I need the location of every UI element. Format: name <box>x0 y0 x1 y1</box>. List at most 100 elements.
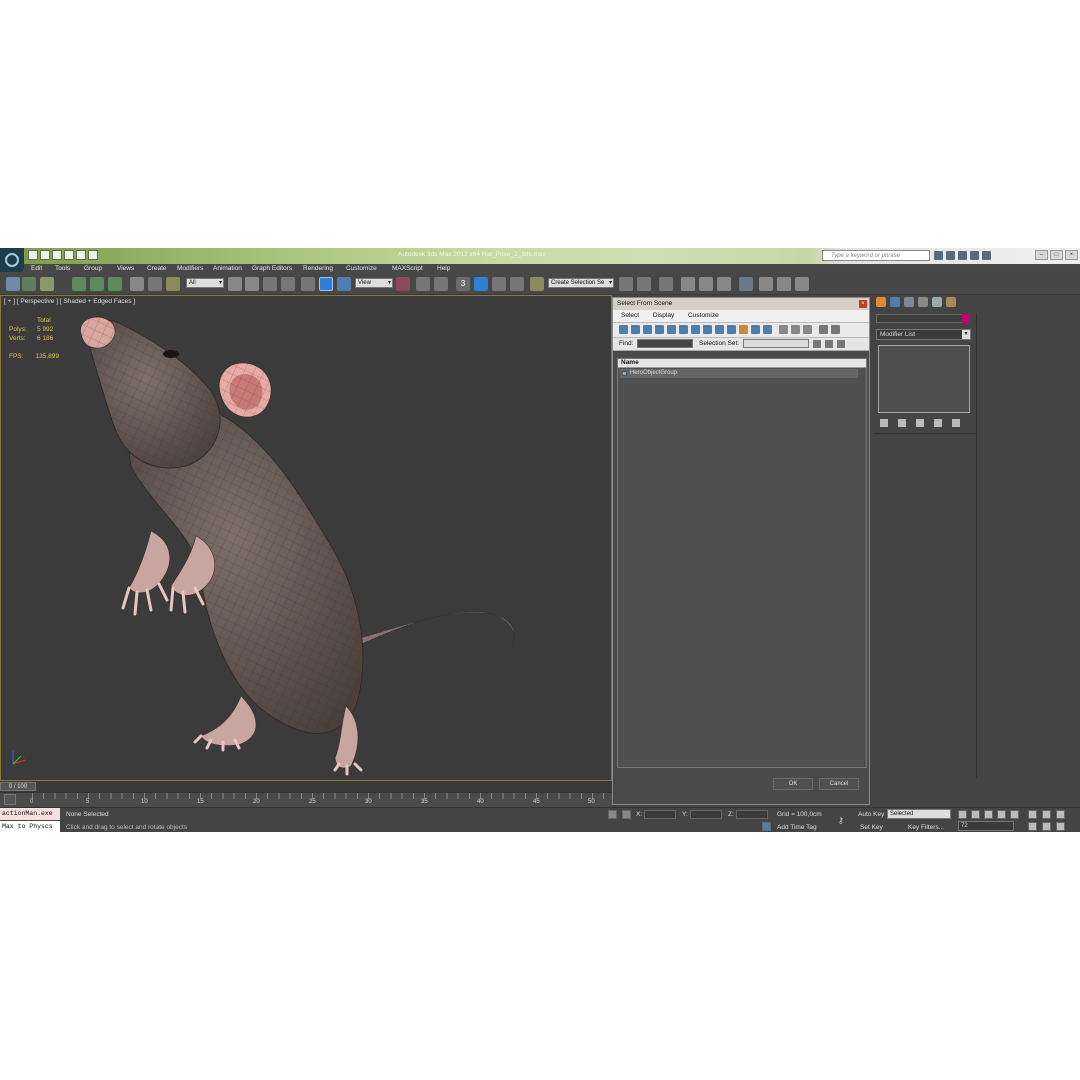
display-space-warps-icon[interactable] <box>679 325 688 334</box>
move-icon[interactable] <box>301 277 315 291</box>
scale-icon[interactable] <box>337 277 351 291</box>
maxscript-listener-bottom[interactable]: Max to Physcs <box>0 821 60 832</box>
make-unique-icon[interactable] <box>916 419 924 427</box>
menu-graph-editors[interactable]: Graph Editors <box>252 264 292 274</box>
spinner-snap-icon[interactable] <box>510 277 524 291</box>
go-to-end-icon[interactable] <box>1010 810 1019 819</box>
unlink-selection-icon[interactable] <box>90 277 104 291</box>
select-by-name-icon[interactable] <box>245 277 259 291</box>
field-of-view-icon[interactable] <box>1028 822 1037 831</box>
percent-snap-icon[interactable] <box>492 277 506 291</box>
name-column-header[interactable]: Name <box>618 359 866 368</box>
current-frame-field[interactable]: 72 <box>958 821 1014 831</box>
show-end-result-icon[interactable] <box>898 419 906 427</box>
redo-scene-icon[interactable] <box>22 277 36 291</box>
play-icon[interactable] <box>984 810 993 819</box>
dialog-menu-select[interactable]: Select <box>621 312 639 319</box>
graphite-modeling-icon[interactable] <box>681 277 695 291</box>
display-bones-icon[interactable] <box>715 325 724 334</box>
menu-views[interactable]: Views <box>117 264 134 274</box>
go-to-start-icon[interactable] <box>958 810 967 819</box>
find-input[interactable] <box>637 339 693 348</box>
render-production-icon[interactable] <box>795 277 809 291</box>
mirror-icon[interactable] <box>619 277 633 291</box>
rendered-frame-window-icon[interactable] <box>777 277 791 291</box>
selection-set-remove-icon[interactable] <box>837 340 845 348</box>
orbit-icon[interactable] <box>1056 822 1065 831</box>
dialog-menu-display[interactable]: Display <box>653 312 674 319</box>
menu-tools[interactable]: Tools <box>55 264 70 274</box>
perspective-viewport[interactable]: [ + ] [ Perspective ] [ Shaded + Edged F… <box>0 295 612 781</box>
close-icon[interactable]: × <box>1065 250 1078 260</box>
display-helpers-icon[interactable] <box>667 325 676 334</box>
pin-stack-icon[interactable] <box>880 419 888 427</box>
object-color-swatch[interactable] <box>962 314 970 323</box>
select-none-icon[interactable] <box>791 325 800 334</box>
display-shapes-icon[interactable] <box>631 325 640 334</box>
select-invert-icon[interactable] <box>803 325 812 334</box>
rotate-icon[interactable] <box>319 277 333 291</box>
set-key-button[interactable]: Set Key <box>860 824 883 831</box>
selection-set-save-icon[interactable] <box>813 340 821 348</box>
filter-icon[interactable] <box>819 325 828 334</box>
absolute-mode-icon[interactable] <box>622 810 631 819</box>
select-manipulate-icon[interactable] <box>416 277 430 291</box>
display-hidden-icon[interactable] <box>751 325 760 334</box>
modifier-list-dropdown[interactable]: Modifier List <box>876 329 971 340</box>
minimize-icon[interactable]: – <box>1035 250 1048 260</box>
next-frame-icon[interactable] <box>997 810 1006 819</box>
list-item[interactable]: HeroObjectGroup <box>620 369 858 378</box>
menu-rendering[interactable]: Rendering <box>303 264 333 274</box>
bind-space-warp-icon[interactable] <box>108 277 122 291</box>
menu-help[interactable]: Help <box>437 264 450 274</box>
edit-named-selection-icon[interactable] <box>530 277 544 291</box>
select-all-icon[interactable] <box>779 325 788 334</box>
display-containers-icon[interactable] <box>727 325 736 334</box>
object-name-field[interactable] <box>876 314 964 323</box>
unlink-icon[interactable] <box>148 277 162 291</box>
time-tag-icon[interactable] <box>762 822 771 831</box>
menu-animation[interactable]: Animation <box>213 264 242 274</box>
display-all-icon[interactable] <box>763 325 772 334</box>
display-xrefs-icon[interactable] <box>703 325 712 334</box>
reference-coordinate-dropdown[interactable]: View <box>355 278 393 288</box>
create-tab-icon[interactable] <box>876 297 886 307</box>
pivot-center-icon[interactable] <box>396 277 410 291</box>
named-selection-dropdown[interactable]: Create Selection Se <box>548 278 614 288</box>
display-groups-icon[interactable] <box>691 325 700 334</box>
redo-icon[interactable] <box>76 250 86 260</box>
time-slider-thumb[interactable]: 0 / 100 <box>0 782 36 791</box>
align-icon[interactable] <box>637 277 651 291</box>
pan-icon[interactable] <box>1042 822 1051 831</box>
snap-toggle-icon[interactable]: 3 <box>456 277 470 291</box>
y-coordinate-field[interactable] <box>690 810 722 819</box>
menu-create[interactable]: Create <box>147 264 167 274</box>
mini-curve-editor-icon[interactable] <box>4 794 16 805</box>
undo-icon[interactable] <box>64 250 74 260</box>
dialog-close-icon[interactable]: × <box>859 300 867 308</box>
dialog-menu-customize[interactable]: Customize <box>688 312 719 319</box>
display-geometry-icon[interactable] <box>619 325 628 334</box>
save-file-icon[interactable] <box>52 250 62 260</box>
key-filters-button[interactable]: Key Filters... <box>908 824 944 831</box>
key-mode-dropdown[interactable]: Selected <box>887 809 951 819</box>
bind-icon[interactable] <box>166 277 180 291</box>
communication-icon[interactable] <box>958 251 967 260</box>
maximize-icon[interactable]: □ <box>1050 250 1063 260</box>
help-icon[interactable] <box>982 251 991 260</box>
chain-link-icon[interactable] <box>130 277 144 291</box>
zoom-extents-icon[interactable] <box>1056 810 1065 819</box>
previous-frame-icon[interactable] <box>971 810 980 819</box>
auto-key-button[interactable]: Auto Key <box>858 811 884 818</box>
material-editor-icon[interactable] <box>739 277 753 291</box>
rat-model-mesh[interactable] <box>1 296 612 781</box>
open-file-icon[interactable] <box>40 250 50 260</box>
add-time-tag[interactable]: Add Time Tag <box>777 824 817 831</box>
hierarchy-tab-icon[interactable] <box>904 297 914 307</box>
project-folder-icon[interactable] <box>88 250 98 260</box>
ok-button[interactable]: OK <box>773 778 813 790</box>
menu-group[interactable]: Group <box>84 264 102 274</box>
track-bar[interactable]: 0 5 10 15 20 25 30 35 40 45 50 <box>0 792 612 808</box>
menu-edit[interactable]: Edit <box>31 264 42 274</box>
selection-filter-dropdown[interactable]: All <box>186 278 224 288</box>
